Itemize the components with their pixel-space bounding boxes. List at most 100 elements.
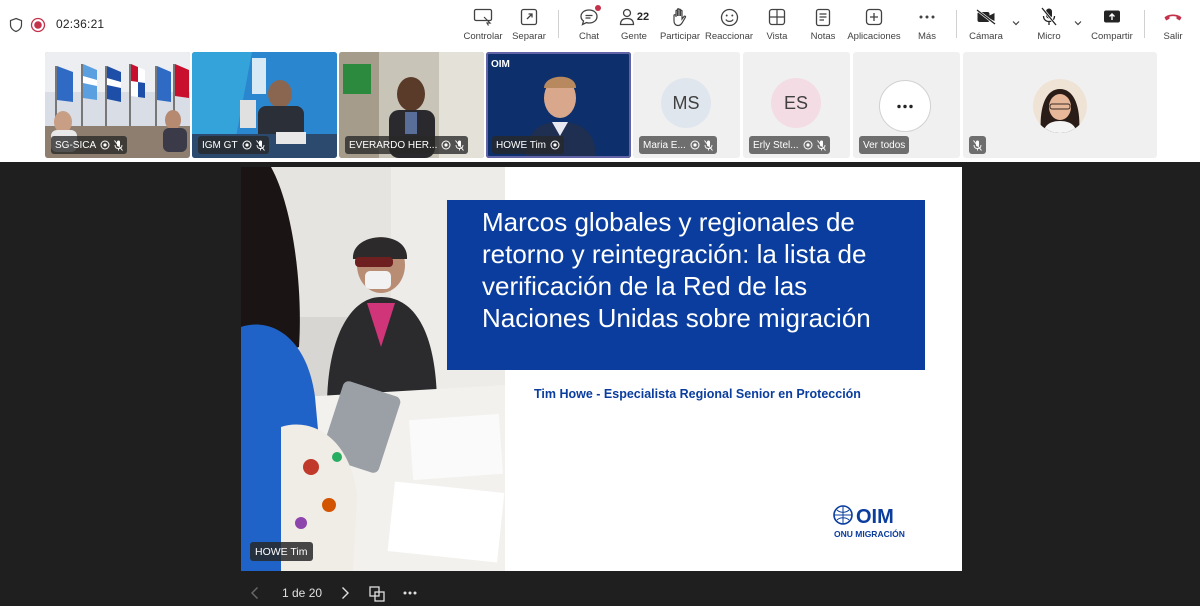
separar-button[interactable]: Separar — [510, 6, 548, 46]
aplicaciones-label: Aplicaciones — [847, 31, 901, 42]
meeting-toolbar: 02:36:21 Controlar Separar Chat 22 Gente… — [0, 0, 1200, 48]
spotlight-icon — [441, 140, 451, 150]
camera-off-icon — [976, 9, 996, 25]
mic-muted-icon — [255, 139, 265, 151]
slides-grid-icon — [369, 586, 385, 602]
page-indicator: 1 de 20 — [282, 586, 322, 600]
slide-more-options-button[interactable] — [403, 591, 417, 595]
more-icon — [897, 104, 913, 108]
compartir-button[interactable]: Compartir — [1090, 6, 1134, 46]
slide-subtitle: Tim Howe - Especialista Regional Senior … — [534, 387, 861, 401]
separar-label: Separar — [512, 31, 546, 42]
participant-tile-erly[interactable]: ES Erly Stel... — [743, 52, 850, 158]
slide-title: Marcos globales y regionales de retorno … — [482, 207, 871, 333]
spotlight-icon — [690, 140, 700, 150]
salir-button[interactable]: Salir — [1158, 6, 1188, 46]
chat-notification-dot — [595, 5, 601, 11]
people-icon — [619, 8, 635, 26]
salir-label: Salir — [1163, 31, 1183, 42]
oim-logo-subtext: ONU MIGRACIÓN — [834, 528, 905, 539]
chat-button[interactable]: Chat — [574, 5, 604, 46]
toolbar-divider — [558, 10, 559, 38]
mic-muted-icon — [703, 139, 713, 151]
meeting-timer: 02:36:21 — [56, 17, 105, 31]
take-control-icon — [473, 8, 493, 26]
participant-name-chip: Maria E... — [639, 136, 717, 154]
notas-label: Notas — [810, 31, 836, 42]
hang-up-icon — [1164, 14, 1182, 21]
presenter-name-chip: HOWE Tim — [250, 542, 313, 561]
participant-name-chip: HOWE Tim — [492, 136, 564, 154]
camara-button[interactable]: Cámara — [968, 6, 1004, 46]
participant-name: HOWE Tim — [496, 139, 546, 151]
vista-button[interactable]: Vista — [762, 6, 792, 46]
participant-tile-igm-gt[interactable]: IGM GT — [192, 52, 337, 158]
participant-tile-everardo[interactable]: EVERARDO HER... — [339, 52, 484, 158]
participant-tile-howe-tim[interactable]: OIM HOWE Tim — [486, 52, 631, 158]
micro-button[interactable]: Micro — [1034, 6, 1064, 46]
chevron-right-icon — [342, 587, 349, 599]
participant-name-chip: EVERARDO HER... — [345, 136, 469, 154]
view-all-tile[interactable]: Ver todos — [853, 52, 960, 158]
spotlight-icon — [803, 140, 813, 150]
spotlight-icon — [242, 140, 252, 150]
notes-icon — [815, 8, 831, 26]
share-screen-icon — [1104, 10, 1120, 23]
controlar-button[interactable]: Controlar — [462, 6, 504, 46]
next-slide-button[interactable] — [340, 586, 350, 600]
controlar-label: Controlar — [463, 31, 503, 42]
mic-options-chevron-icon[interactable] — [1073, 18, 1083, 28]
shield-icon — [9, 17, 23, 33]
participant-name: Erly Stel... — [753, 139, 799, 151]
participant-name: EVERARDO HER... — [349, 139, 438, 151]
pop-out-icon — [520, 8, 538, 26]
participant-name: SG-SICA — [55, 139, 97, 151]
avatar: MS — [661, 78, 711, 128]
toolbar-divider — [956, 10, 957, 38]
toolbar-divider — [1144, 10, 1145, 38]
previous-slide-button[interactable] — [250, 586, 260, 600]
camera-options-chevron-icon[interactable] — [1011, 18, 1021, 28]
gente-label: Gente — [621, 31, 647, 42]
mic-muted-icon — [816, 139, 826, 151]
more-icon — [403, 591, 417, 595]
slide-thumbnails-button[interactable] — [369, 586, 385, 602]
avatar — [1033, 79, 1087, 133]
avatar-initials: MS — [672, 92, 700, 113]
participant-count: 22 — [636, 11, 650, 23]
participar-button[interactable]: Participar — [660, 6, 700, 46]
avatar: ES — [771, 78, 821, 128]
oim-logo: OIM ONU MIGRACIÓN — [833, 505, 905, 539]
aplicaciones-button[interactable]: Aplicaciones — [847, 6, 901, 46]
compartir-label: Compartir — [1091, 31, 1133, 42]
camara-label: Cámara — [969, 31, 1003, 42]
page-indicator-text: 1 de 20 — [282, 586, 323, 600]
reaccionar-label: Reaccionar — [704, 31, 754, 42]
chat-label: Chat — [578, 31, 600, 42]
mic-muted-icon — [114, 139, 124, 151]
mic-off-icon — [1041, 7, 1057, 26]
add-app-icon — [865, 8, 883, 26]
participant-name-chip: SG-SICA — [51, 136, 128, 154]
view-all-label: Ver todos — [863, 139, 906, 151]
mic-muted-icon — [455, 139, 465, 151]
participant-tile-maria[interactable]: MS Maria E... — [633, 52, 740, 158]
spotlight-icon — [100, 140, 110, 150]
mas-button[interactable]: Más — [912, 6, 942, 46]
participant-tile-sg-sica[interactable]: SG-SICA — [45, 52, 190, 158]
more-icon — [919, 15, 935, 19]
participant-name: Maria E... — [643, 139, 686, 151]
mas-label: Más — [918, 31, 936, 42]
raise-hand-icon — [673, 8, 687, 27]
reaccionar-button[interactable]: Reaccionar — [704, 6, 754, 46]
participant-name: IGM GT — [202, 139, 238, 151]
participant-tile-photo[interactable] — [963, 52, 1157, 158]
participant-name-chip — [969, 136, 986, 154]
gente-button[interactable]: 22 Gente — [616, 6, 652, 46]
participant-strip: SG-SICA IGM GT EVERARDO HER... OIM HOWE … — [0, 48, 1200, 162]
participar-label: Participar — [659, 31, 701, 42]
svg-text:OIM: OIM — [491, 59, 510, 70]
presenter-name: HOWE Tim — [255, 545, 308, 558]
view-all-button[interactable] — [879, 80, 931, 132]
notas-button[interactable]: Notas — [808, 6, 838, 46]
